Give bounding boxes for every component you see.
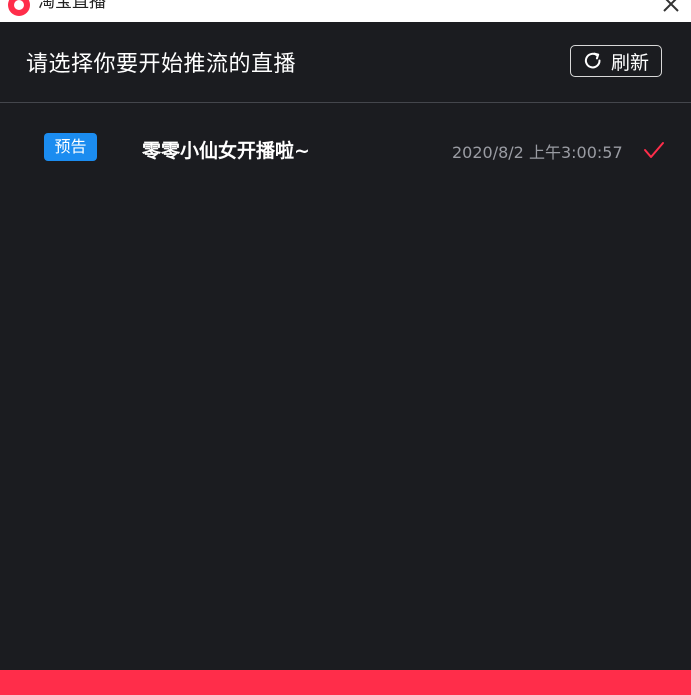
title-bar: 淘宝直播 — [0, 0, 691, 22]
refresh-label: 刷新 — [610, 51, 649, 74]
taobao-live-logo-icon — [8, 0, 30, 16]
check-icon — [644, 142, 664, 158]
preview-badge: 预告 — [44, 133, 97, 161]
app-title: 淘宝直播 — [38, 0, 106, 12]
close-button[interactable] — [661, 0, 681, 14]
confirm-bar[interactable] — [0, 670, 691, 695]
stream-list: 预告 零零小仙女开播啦~ 2020/8/2 上午3:00:57 — [0, 103, 691, 670]
stream-title: 零零小仙女开播啦~ — [142, 140, 310, 162]
refresh-button[interactable]: 刷新 — [570, 45, 662, 77]
stream-time: 2020/8/2 上午3:00:57 — [452, 143, 623, 162]
page-title: 请选择你要开始推流的直播 — [26, 52, 297, 77]
header: 请选择你要开始推流的直播 刷新 — [0, 22, 691, 103]
refresh-icon — [584, 52, 601, 69]
close-icon — [663, 0, 679, 12]
stream-list-item[interactable]: 预告 零零小仙女开播啦~ 2020/8/2 上午3:00:57 — [0, 103, 691, 193]
